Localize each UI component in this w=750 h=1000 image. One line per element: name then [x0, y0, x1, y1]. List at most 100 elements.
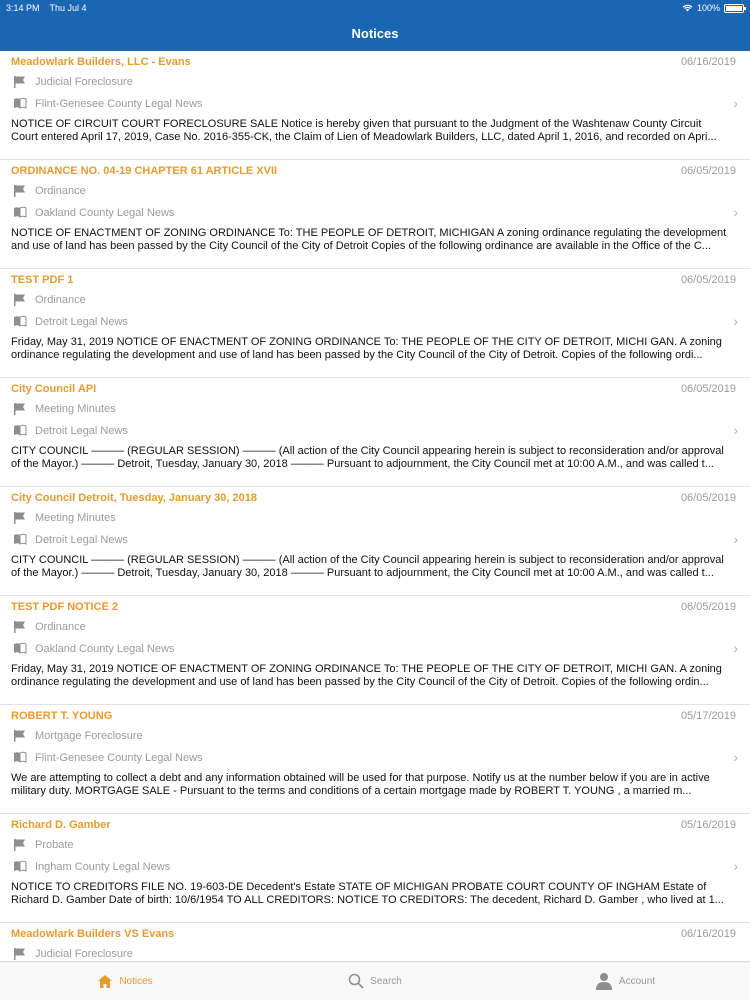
notice-item[interactable]: ROBERT T. YOUNG 05/17/2019 Mortgage Forecl…	[0, 705, 750, 814]
tab-search[interactable]: Search	[250, 962, 500, 1000]
notice-source-label: Oakland County Legal News	[35, 643, 175, 655]
notice-source-label: Flint-Genesee County Legal News	[35, 752, 203, 764]
tab-search-label: Search	[370, 975, 402, 987]
notice-source: Flint-Genesee County Legal News	[13, 751, 203, 765]
notice-item[interactable]: City Council API 06/05/2019 Meeting Minute…	[0, 378, 750, 487]
notice-category: Ordinance	[13, 293, 86, 307]
chevron-right-icon: ›	[733, 858, 738, 874]
notice-date: 06/16/2019	[680, 928, 736, 940]
notice-excerpt: CITY COUNCIL ——— (REGULAR SESSION) ——— (…	[11, 445, 724, 470]
wifi-icon	[682, 4, 693, 12]
nav-bar: Notices	[0, 16, 750, 51]
notice-item[interactable]: TEST PDF NOTICE 2 06/05/2019 Ordinance Oakl…	[0, 596, 750, 705]
notice-date: 06/05/2019	[680, 383, 736, 395]
chevron-right-icon: ›	[733, 313, 738, 329]
status-date: Thu Jul 4	[49, 3, 87, 13]
notice-category-label: Meeting Minutes	[35, 512, 116, 524]
notice-source-label: Detroit Legal News	[35, 534, 128, 546]
notice-item[interactable]: Richard D. Gamber 05/16/2019 Probate Ingham…	[0, 814, 750, 923]
notice-excerpt: CITY COUNCIL ——— (REGULAR SESSION) ——— (…	[11, 554, 724, 579]
notice-title: ORDINANCE NO. 04-19 CHAPTER 61 ARTICLE X…	[11, 165, 278, 177]
notice-source-label: Detroit Legal News	[35, 316, 128, 328]
notice-title: City Council Detroit, Tuesday, January 3…	[11, 492, 257, 504]
notice-title: TEST PDF 1	[11, 274, 74, 286]
battery-level	[726, 5, 742, 11]
notice-source: Flint-Genesee County Legal News	[13, 97, 203, 111]
flag-icon	[13, 620, 27, 634]
book-icon	[13, 206, 27, 220]
notice-source: Detroit Legal News	[13, 315, 128, 329]
notice-source: Detroit Legal News	[13, 533, 128, 547]
notice-title: Meadowlark Builders VS Evans	[11, 928, 175, 940]
notice-category: Judicial Foreclosure	[13, 75, 133, 89]
book-icon	[13, 642, 27, 656]
notice-source: Ingham County Legal News	[13, 860, 170, 874]
notice-excerpt: NOTICE TO CREDITORS FILE NO. 19-603-DE D…	[11, 881, 724, 906]
tab-account[interactable]: Account	[500, 962, 750, 1000]
notices-list[interactable]: Meadowlark Builders, LLC - Evans 06/16/20…	[0, 51, 750, 962]
page-title: Notices	[351, 26, 399, 41]
flag-icon	[13, 293, 27, 307]
notice-date: 06/05/2019	[680, 274, 736, 286]
notice-category: Judicial Foreclosure	[13, 947, 133, 961]
chevron-right-icon: ›	[733, 640, 738, 656]
flag-icon	[13, 838, 27, 852]
notice-category: Meeting Minutes	[13, 402, 116, 416]
chevron-right-icon: ›	[733, 531, 738, 547]
tab-account-label: Account	[618, 975, 656, 987]
battery-percent: 100%	[696, 3, 720, 13]
notice-title: Meadowlark Builders, LLC - Evans	[11, 56, 191, 68]
notice-excerpt: NOTICE OF CIRCUIT COURT FORECLOSURE SALE…	[11, 118, 717, 143]
notice-date: 06/05/2019	[680, 601, 736, 613]
flag-icon	[13, 402, 27, 416]
notice-category: Mortgage Foreclosure	[13, 729, 143, 743]
search-icon	[348, 973, 364, 989]
notice-item[interactable]: Meadowlark Builders, LLC - Evans 06/16/20…	[0, 51, 750, 160]
notice-category: Probate	[13, 838, 74, 852]
notice-item[interactable]: ORDINANCE NO. 04-19 CHAPTER 61 ARTICLE X…	[0, 160, 750, 269]
notice-title: City Council API	[11, 383, 97, 395]
notice-source: Oakland County Legal News	[13, 206, 174, 220]
chevron-right-icon: ›	[733, 204, 738, 220]
tab-notices[interactable]: Notices	[0, 962, 250, 1000]
flag-icon	[13, 75, 27, 89]
book-icon	[13, 424, 27, 438]
notice-item[interactable]: TEST PDF 1 06/05/2019 Ordinance Detroit Leg…	[0, 269, 750, 378]
tab-bar: Notices Search Account	[0, 961, 750, 1000]
chevron-right-icon: ›	[733, 749, 738, 765]
notice-category-label: Ordinance	[35, 294, 86, 306]
book-icon	[13, 860, 27, 874]
notice-category-label: Meeting Minutes	[35, 403, 116, 415]
book-icon	[13, 533, 27, 547]
book-icon	[13, 97, 27, 111]
flag-icon	[13, 184, 27, 198]
book-icon	[13, 751, 27, 765]
notice-category-label: Mortgage Foreclosure	[35, 730, 143, 742]
notice-category-label: Probate	[35, 839, 74, 851]
notice-title: Richard D. Gamber	[11, 819, 111, 831]
notice-category: Meeting Minutes	[13, 511, 116, 525]
notice-item[interactable]: City Council Detroit, Tuesday, January 3…	[0, 487, 750, 596]
tab-notices-label: Notices	[119, 975, 153, 987]
home-icon	[98, 974, 113, 988]
flag-icon	[13, 511, 27, 525]
notice-category: Ordinance	[13, 620, 86, 634]
notice-category: Ordinance	[13, 184, 86, 198]
flag-icon	[13, 729, 27, 743]
notice-category-label: Judicial Foreclosure	[35, 76, 133, 88]
notice-category-label: Ordinance	[35, 185, 86, 197]
notice-date: 06/05/2019	[680, 165, 736, 177]
notice-item[interactable]: Meadowlark Builders VS Evans 06/16/2019 Ju…	[0, 923, 750, 962]
status-time: 3:14 PM	[6, 3, 40, 13]
notice-category-label: Ordinance	[35, 621, 86, 633]
notice-excerpt: NOTICE OF ENACTMENT OF ZONING ORDINANCE …	[11, 227, 727, 252]
notice-date: 05/16/2019	[680, 819, 736, 831]
notice-date: 06/05/2019	[680, 492, 736, 504]
chevron-right-icon: ›	[733, 95, 738, 111]
notice-source-label: Oakland County Legal News	[35, 207, 175, 219]
notice-source-label: Flint-Genesee County Legal News	[35, 98, 203, 110]
notice-excerpt: Friday, May 31, 2019 NOTICE OF ENACTMENT…	[11, 663, 722, 688]
notice-source-label: Ingham County Legal News	[35, 861, 171, 873]
notice-excerpt: Friday, May 31, 2019 NOTICE OF ENACTMENT…	[11, 336, 722, 361]
person-icon	[595, 973, 612, 990]
